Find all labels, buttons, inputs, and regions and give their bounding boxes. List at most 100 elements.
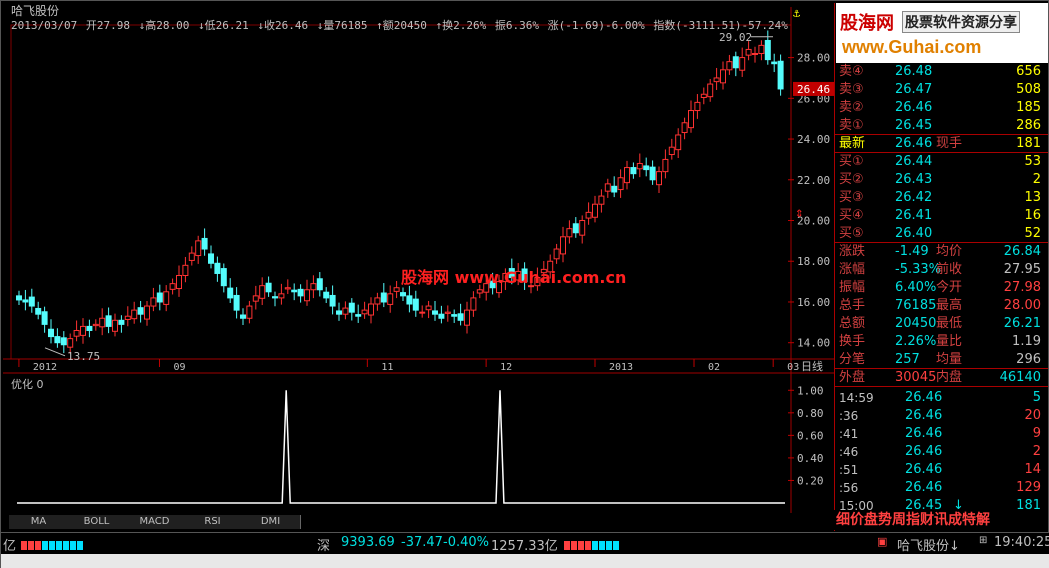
status-index-change: -37.47 [401,535,443,550]
trade-price: 26.46 [905,390,943,405]
candle-body [348,302,355,313]
logo-tagline: 股票软件资源分享 [902,11,1020,33]
candle-body [425,305,432,311]
stat-row: 换手 2.26% 量比 1.19 [839,333,1047,351]
candle-body [188,252,195,261]
candle-body [368,303,374,316]
indicator-tab-macd[interactable]: MACD [125,515,185,529]
candle-body [272,296,278,299]
latest-label: 最新 [839,136,866,151]
stat-row: 分笔 257 均量 296 [839,351,1047,369]
app-window: 14.00 16.00 18.00 20.00 22.00 24.00 26.00 28.00… [0,0,1049,568]
candle-body [752,53,758,56]
header-date: 2013/03/07 [11,19,78,32]
logo-url: www.Guhai.com [842,37,982,57]
trade-volume: 5 [1032,390,1041,405]
indicator-y-tick-label: 0.40 [797,452,824,465]
candle-body [310,283,317,291]
candle-body [137,307,144,315]
indicator-tab-ma[interactable]: MA [9,515,69,529]
indicator-tab-dmi[interactable]: DMI [241,515,301,529]
candle-body [176,275,182,290]
candle-body [35,307,42,315]
stat-label: 总手 [839,298,866,313]
quote-header: 2013/03/07 开27.98 ↓高28.00 ↓低26.21 ↓收26.4… [11,17,790,33]
y-tick-label: 24.00 [797,133,830,146]
stat-value-2: 296 [1016,352,1041,367]
level-volume: 185 [1016,100,1041,115]
level-price: 26.42 [895,190,933,205]
candle-body [41,311,48,325]
stat-value-2: 26.84 [1003,244,1041,259]
level-volume: 508 [1016,82,1041,97]
status-stock-name[interactable]: 哈飞股份↓ [897,535,960,554]
candle-body [291,289,298,293]
indicator-tab-boll[interactable]: BOLL [67,515,127,529]
sell-level-row: 卖① 26.45 286 [839,117,1047,135]
quote-panel: 股海网 股票软件资源分享 www.Guhai.com 卖④ 26.48 656 卖③ 2… [834,3,1048,531]
stat-value-2: 27.98 [1003,280,1041,295]
outer-label: 外盘 [839,370,866,385]
now-vol-label: 现手 [936,136,963,151]
logo-name: 股海网 [840,13,894,34]
right-tabs[interactable]: 细价盘势周指财讯成特解 [834,510,1047,530]
buy-level-row: 买③ 26.42 13 [839,189,1047,207]
sell-level-row: 卖④ 26.48 656 [839,63,1047,81]
candle-body [393,287,400,292]
candle-body [233,294,240,311]
candle-body [745,48,752,56]
stat-value-2: 28.00 [1003,298,1041,313]
candle-body [598,195,605,205]
stat-label: 振幅 [839,280,866,295]
indicator-tab-rsi[interactable]: RSI [183,515,243,529]
header-high: ↓高28.00 [138,19,190,32]
chart-svg[interactable]: 14.0016.0018.0020.0022.0024.0026.0028.00… [3,3,834,515]
candle-body [636,162,643,170]
indicator-line [17,390,785,504]
kline-chart-area[interactable]: 14.00 16.00 18.00 20.00 22.00 24.00 26.00 28.00… [3,3,834,515]
stat-row: 总额 20450 最低 26.21 [839,315,1047,333]
alert-icon[interactable]: ▣ [877,535,887,548]
inner-value: 46140 [999,370,1041,385]
status-unit: 亿 [3,539,17,554]
candle-body [380,292,387,303]
status-turnover: 1257.33亿 [491,539,558,554]
stat-label: 换手 [839,334,866,349]
candle-body [297,288,304,297]
candle-body [28,296,35,307]
level-volume: 2 [1032,172,1041,187]
candle-body [630,167,637,175]
candle-body [604,183,611,192]
candle-body [99,317,106,328]
status-clock: 19:40:25 [994,535,1049,550]
indicator-title: 优化 0 [11,377,44,391]
candle-body [304,289,310,302]
candle-body [720,69,726,84]
trade-row: 14:59 26.46 5 [839,389,1047,407]
candle-body [67,338,74,348]
candle-body [48,328,54,338]
level-volume: 13 [1024,190,1041,205]
latest-row: 最新 26.46 现手 181 [839,135,1047,153]
last-price-label: 26.46 [797,83,830,96]
candle-body [700,93,707,99]
candle-body [662,158,669,173]
candle-body [649,166,656,181]
candle-body [457,313,464,321]
indicator-y-tick-label: 1.00 [797,384,824,397]
trade-row: :46 26.46 2 [839,443,1047,461]
candle-body [240,314,246,319]
candle-body [406,295,413,305]
watermark: 股海网 www.Guhai.com.cn [401,268,626,287]
candle-body [560,236,566,255]
candle-body [464,309,470,326]
candle-body [592,203,598,218]
level-price: 26.45 [895,118,933,133]
header-open: 开27.98 [85,19,130,32]
stat-row: 振幅 6.40% 今开 27.98 [839,279,1047,297]
candle-body [144,305,150,320]
candle-body [246,305,253,319]
candle-body [86,325,93,331]
candle-body [758,44,765,55]
x-tick-label: 03 [787,362,799,373]
